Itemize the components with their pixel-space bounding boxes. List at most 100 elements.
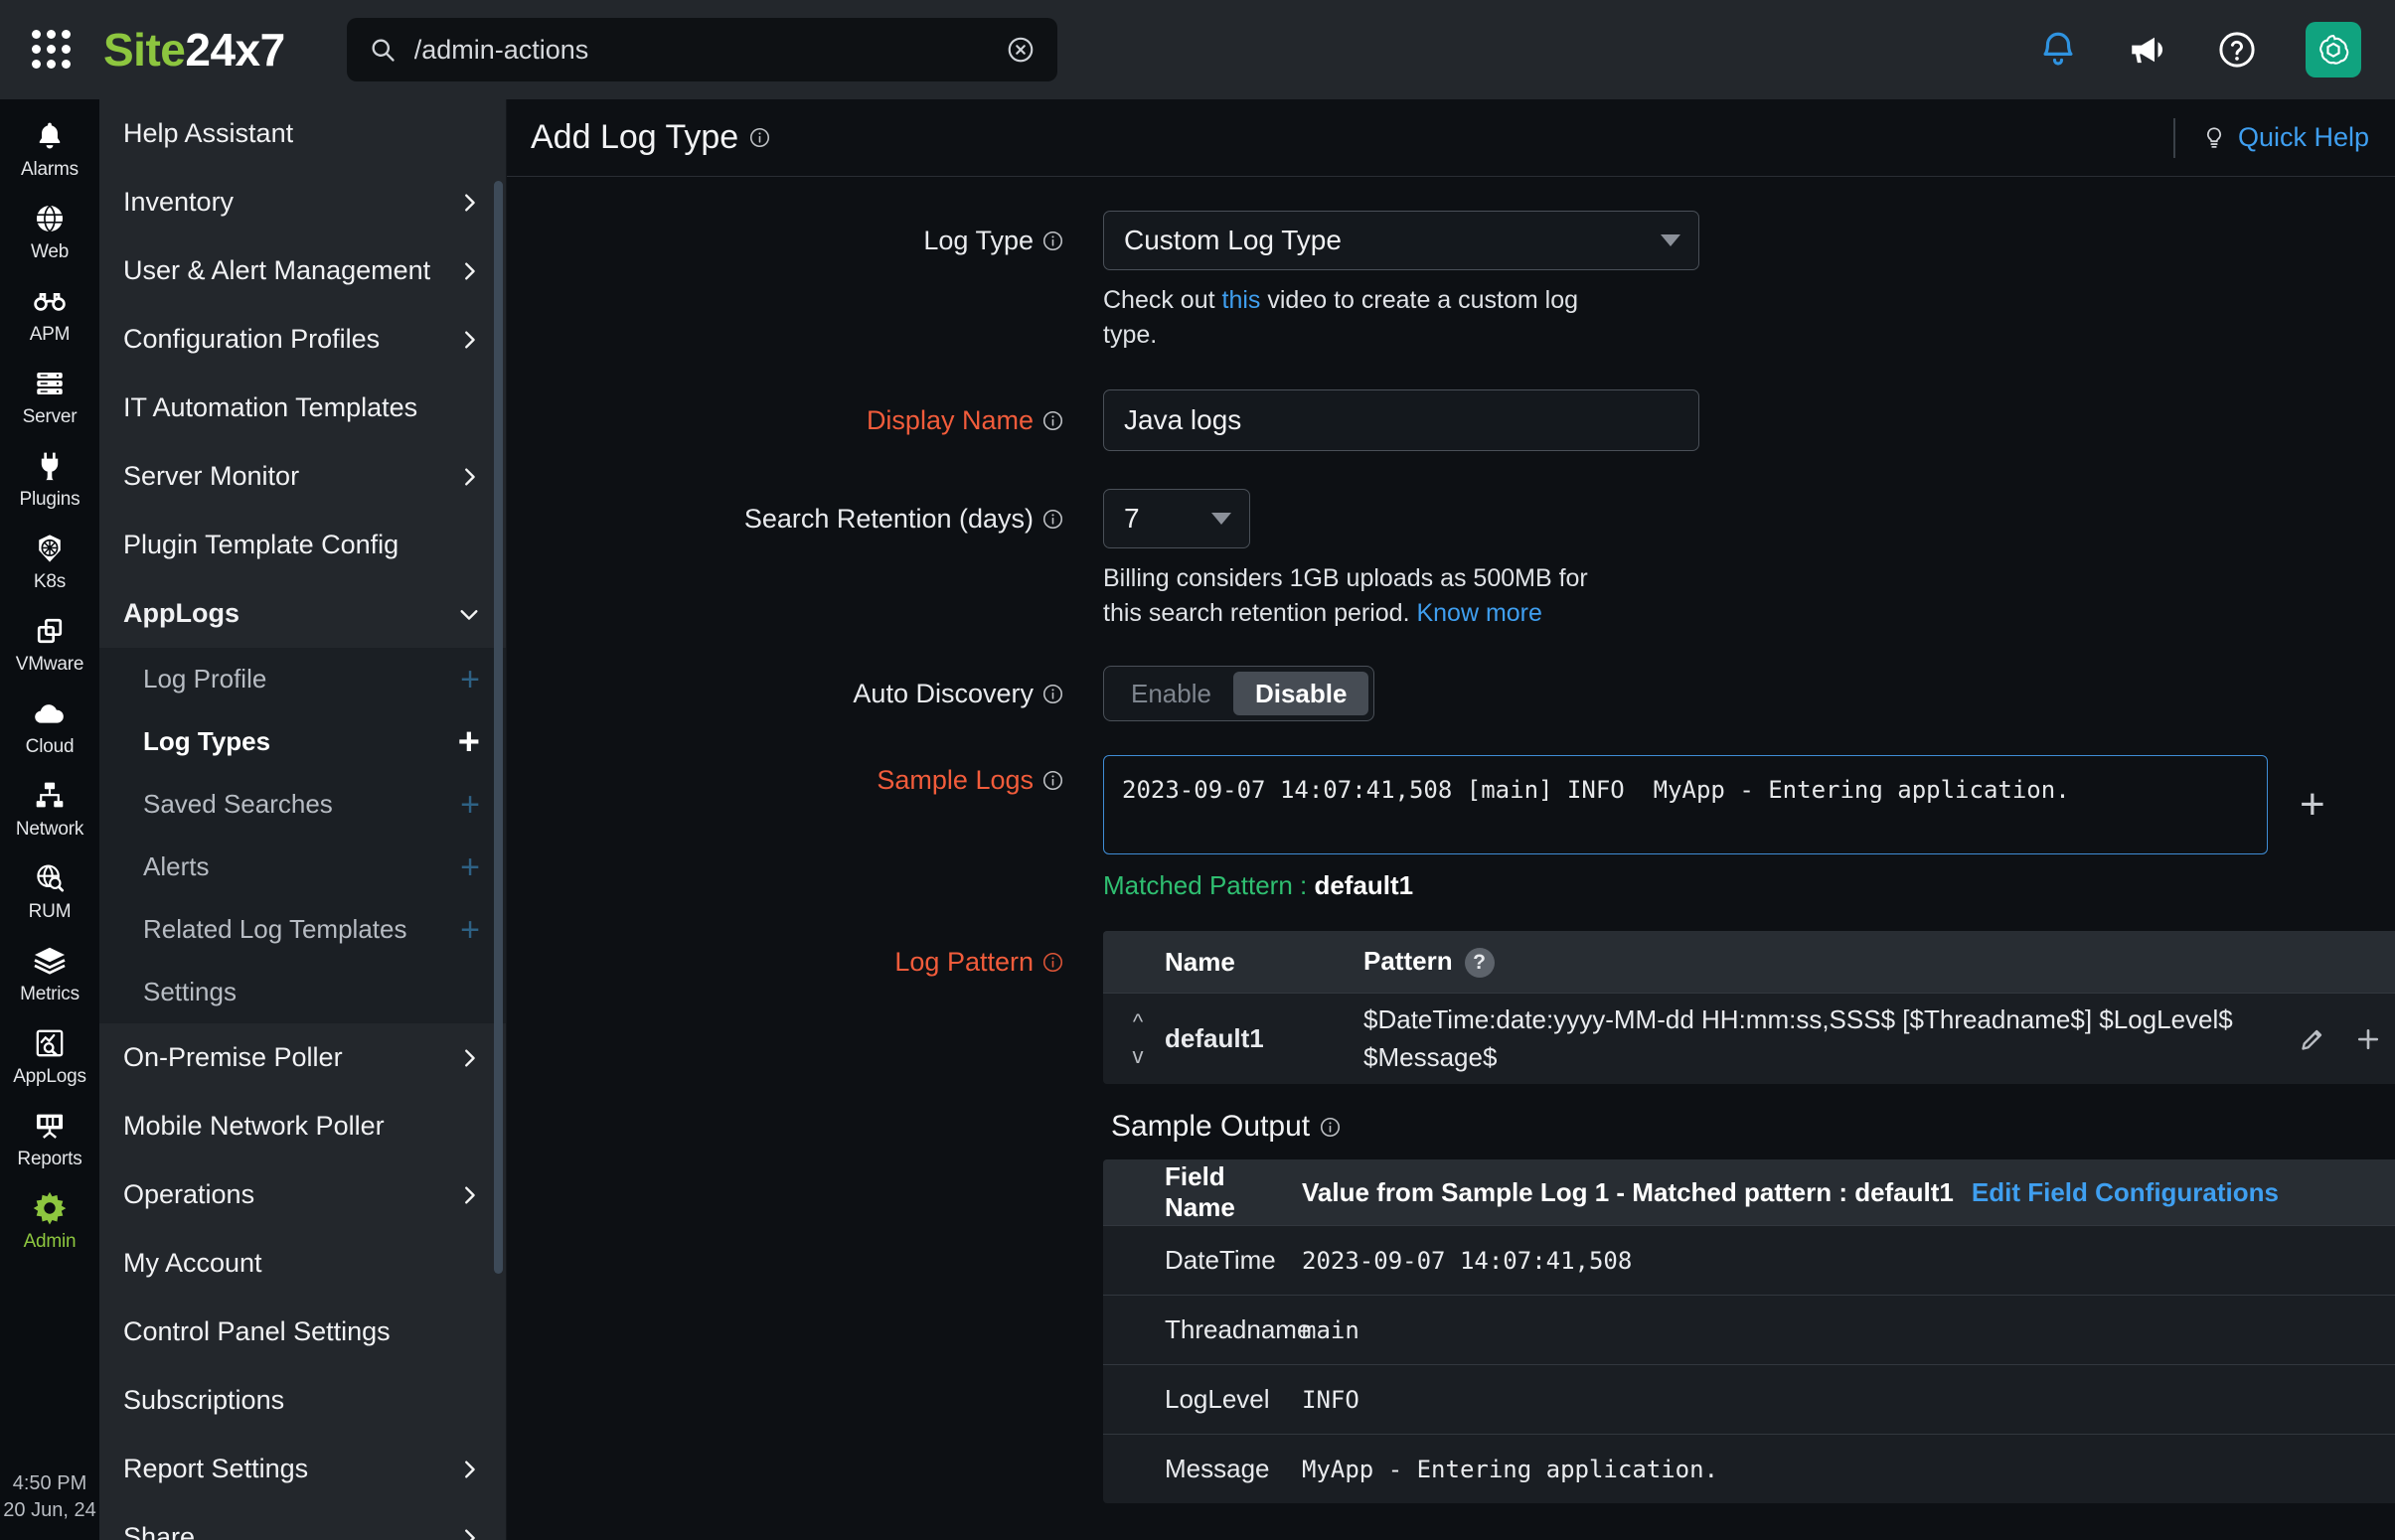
- nav-subitem-related-log-templates[interactable]: Related Log Templates +: [99, 898, 506, 961]
- add-sample-log-icon[interactable]: +: [2300, 783, 2325, 827]
- notification-bell-icon[interactable]: [2037, 29, 2079, 71]
- sidebar-item-alarms[interactable]: Alarms: [0, 107, 99, 190]
- sidebar-item-rum[interactable]: RUM: [0, 849, 99, 932]
- sidebar-item-vmware[interactable]: VMware: [0, 602, 99, 685]
- auto-discovery-label-text: Auto Discovery: [853, 678, 1034, 708]
- sample-logs-textarea[interactable]: 2023-09-07 14:07:41,508 [main] INFO MyAp…: [1103, 755, 2268, 854]
- plug-icon: [30, 446, 70, 486]
- sidebar-item-k8s[interactable]: K8s: [0, 520, 99, 602]
- search-retention-select[interactable]: 7: [1103, 489, 1250, 548]
- nav-item-plugin-template-config[interactable]: Plugin Template Config: [99, 511, 506, 579]
- nav-item-on-premise-poller[interactable]: On-Premise Poller: [99, 1023, 506, 1092]
- add-related-log-template-icon[interactable]: +: [460, 913, 480, 947]
- user-avatar[interactable]: [2306, 22, 2361, 77]
- nav-item-mobile-network-poller[interactable]: Mobile Network Poller: [99, 1092, 506, 1160]
- nav-subitem-log-types[interactable]: Log Types +: [99, 710, 506, 773]
- info-icon[interactable]: [749, 127, 770, 148]
- sidebar-item-metrics[interactable]: Metrics: [0, 932, 99, 1014]
- sidebar-label: VMware: [15, 654, 84, 675]
- info-icon[interactable]: [1042, 410, 1063, 431]
- info-icon[interactable]: [1042, 231, 1063, 251]
- sidebar-label: Web: [30, 241, 70, 262]
- nav-subitem-settings[interactable]: Settings: [99, 961, 506, 1023]
- chevron-down-icon: [1661, 234, 1680, 246]
- field-value: main: [1302, 1315, 1359, 1344]
- add-log-type-icon[interactable]: +: [458, 723, 480, 761]
- nav-item-control-panel-settings[interactable]: Control Panel Settings: [99, 1298, 506, 1366]
- secondary-nav-scrollbar[interactable]: [494, 181, 503, 1274]
- nav-item-configuration-profiles[interactable]: Configuration Profiles: [99, 305, 506, 374]
- sample-output-title: Sample Output: [1111, 1110, 2395, 1144]
- sidebar-label: Admin: [23, 1231, 77, 1252]
- matched-pattern-label: Matched Pattern :: [1103, 870, 1315, 900]
- apps-grid-icon[interactable]: [24, 22, 80, 77]
- field-value: MyApp - Entering application.: [1302, 1455, 1719, 1483]
- info-icon[interactable]: [1042, 770, 1063, 791]
- sample-output-table-header: Field Name Value from Sample Log 1 - Mat…: [1103, 1159, 2395, 1225]
- info-icon[interactable]: [1042, 952, 1063, 973]
- edit-field-configurations-link[interactable]: Edit Field Configurations: [1972, 1177, 2279, 1207]
- log-type-select[interactable]: Custom Log Type: [1103, 211, 1699, 270]
- sidebar-item-network[interactable]: Network: [0, 767, 99, 849]
- nav-subitem-saved-searches[interactable]: Saved Searches +: [99, 773, 506, 836]
- know-more-link[interactable]: Know more: [1416, 599, 1541, 627]
- nav-item-report-settings[interactable]: Report Settings: [99, 1435, 506, 1503]
- auto-discovery-enable-option[interactable]: Enable: [1109, 672, 1233, 715]
- sidebar-item-plugins[interactable]: Plugins: [0, 437, 99, 520]
- nav-subitem-log-profile[interactable]: Log Profile +: [99, 648, 506, 710]
- main-content: Add Log Type Quick Help Log Type Custom …: [507, 99, 2395, 1540]
- nav-item-subscriptions[interactable]: Subscriptions: [99, 1366, 506, 1435]
- log-pattern-label: Log Pattern: [507, 931, 1103, 993]
- sample-logs-label: Sample Logs: [507, 755, 1103, 805]
- nav-item-operations[interactable]: Operations: [99, 1160, 506, 1229]
- auto-discovery-disable-option[interactable]: Disable: [1232, 672, 1369, 715]
- nav-item-share[interactable]: Share: [99, 1503, 506, 1540]
- nav-item-server-monitor[interactable]: Server Monitor: [99, 442, 506, 511]
- col-header-pattern-text: Pattern: [1363, 946, 1453, 977]
- auto-discovery-label: Auto Discovery: [507, 666, 1103, 721]
- sidebar-item-web[interactable]: Web: [0, 190, 99, 272]
- log-type-value: Custom Log Type: [1124, 225, 1342, 255]
- move-down-icon[interactable]: v: [1133, 1044, 1144, 1067]
- nav-label: Related Log Templates: [143, 914, 407, 944]
- nav-item-help-assistant[interactable]: Help Assistant: [99, 99, 506, 168]
- nav-item-it-automation-templates[interactable]: IT Automation Templates: [99, 374, 506, 442]
- brand-logo[interactable]: Site 24x7: [103, 23, 285, 77]
- log-type-video-link[interactable]: this: [1222, 286, 1261, 314]
- clear-search-icon[interactable]: [1006, 35, 1036, 65]
- sidebar-item-admin[interactable]: Admin: [0, 1179, 99, 1262]
- sidebar-item-server[interactable]: Server: [0, 355, 99, 437]
- search-bar[interactable]: [346, 18, 1057, 81]
- search-input[interactable]: [413, 34, 1006, 66]
- nav-item-inventory[interactable]: Inventory: [99, 168, 506, 236]
- sidebar-item-applogs[interactable]: AppLogs: [0, 1014, 99, 1097]
- sample-logs-label-text: Sample Logs: [877, 764, 1034, 795]
- add-alert-icon[interactable]: +: [460, 850, 480, 884]
- nav-item-user-alert-management[interactable]: User & Alert Management: [99, 236, 506, 305]
- info-icon[interactable]: [1320, 1117, 1341, 1138]
- help-circle-icon[interactable]: [2216, 29, 2258, 71]
- nav-item-applogs[interactable]: AppLogs: [99, 579, 506, 648]
- nav-label: Report Settings: [123, 1454, 309, 1483]
- pattern-help-icon[interactable]: ?: [1464, 948, 1495, 979]
- sidebar-item-apm[interactable]: APM: [0, 272, 99, 355]
- sidebar-item-cloud[interactable]: Cloud: [0, 685, 99, 767]
- nav-subitem-alerts[interactable]: Alerts +: [99, 836, 506, 898]
- display-name-input[interactable]: [1103, 389, 1699, 451]
- add-saved-search-icon[interactable]: +: [460, 788, 480, 822]
- nav-label: Settings: [143, 977, 237, 1006]
- edit-pencil-icon[interactable]: [2298, 1024, 2327, 1054]
- add-pattern-icon[interactable]: [2353, 1024, 2383, 1054]
- chevron-right-icon: [465, 1528, 475, 1540]
- auto-discovery-toggle[interactable]: Enable Disable: [1103, 666, 1375, 721]
- quick-help-button[interactable]: Quick Help: [2201, 122, 2369, 153]
- sidebar-item-reports[interactable]: Reports: [0, 1097, 99, 1179]
- announcement-megaphone-icon[interactable]: [2127, 29, 2168, 71]
- nav-label: Inventory: [123, 187, 235, 217]
- move-up-icon[interactable]: ^: [1133, 1010, 1143, 1033]
- info-icon[interactable]: [1042, 509, 1063, 530]
- nav-item-my-account[interactable]: My Account: [99, 1229, 506, 1298]
- sidebar-label: Alarms: [21, 159, 79, 180]
- add-log-profile-icon[interactable]: +: [460, 663, 480, 696]
- info-icon[interactable]: [1042, 684, 1063, 704]
